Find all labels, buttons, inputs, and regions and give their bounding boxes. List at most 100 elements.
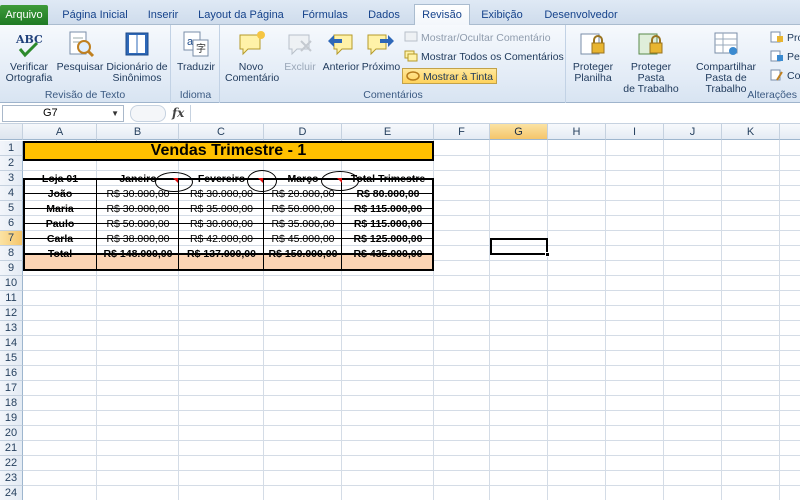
- tab-revisao[interactable]: Revisão: [414, 4, 470, 26]
- row-header-4[interactable]: 4: [0, 186, 23, 201]
- total-cell[interactable]: R$ 435.000,00: [342, 247, 434, 262]
- total-cell[interactable]: R$ 137.000,00: [179, 247, 264, 262]
- row-header-6[interactable]: 6: [0, 216, 23, 231]
- table-cell[interactable]: R$ 30.000,00: [179, 217, 264, 232]
- tab-pagina-inicial[interactable]: Página Inicial: [54, 6, 136, 25]
- row-header-15[interactable]: 15: [0, 351, 23, 366]
- row-header-19[interactable]: 19: [0, 411, 23, 426]
- row-header-2[interactable]: 2: [0, 156, 23, 171]
- table-cell[interactable]: R$ 42.000,00: [179, 232, 264, 247]
- formula-input[interactable]: [190, 105, 798, 122]
- table-cell[interactable]: Carla: [23, 232, 97, 247]
- tab-layout-pagina[interactable]: Layout da Página: [190, 6, 292, 25]
- grid-row-line: [23, 410, 800, 411]
- column-header-f[interactable]: F: [434, 124, 490, 140]
- grid-row-line: [23, 485, 800, 486]
- fill-handle[interactable]: [545, 252, 550, 257]
- column-header-l[interactable]: L: [780, 124, 800, 140]
- dicionario-sinonimos-button[interactable]: Dicionário de Sinônimos: [104, 29, 170, 84]
- column-header-i[interactable]: I: [606, 124, 664, 140]
- row-header-10[interactable]: 10: [0, 276, 23, 291]
- table-cell[interactable]: João: [23, 187, 97, 202]
- delete-comment-icon: [285, 29, 315, 59]
- row-header-3[interactable]: 3: [0, 171, 23, 186]
- row-header-23[interactable]: 23: [0, 471, 23, 486]
- row-header-8[interactable]: 8: [0, 246, 23, 261]
- tab-arquivo[interactable]: Arquivo: [0, 5, 48, 25]
- table-cell[interactable]: R$ 50.000,00: [264, 202, 342, 217]
- verificar-ortografia-button[interactable]: ABC Verificar Ortografia: [2, 29, 56, 84]
- table-cell[interactable]: Paulo: [23, 217, 97, 232]
- pesquisar-button[interactable]: Pesquisar: [56, 29, 104, 73]
- table-cell[interactable]: R$ 35.000,00: [179, 202, 264, 217]
- row-header-14[interactable]: 14: [0, 336, 23, 351]
- name-box[interactable]: G7 ▼: [2, 105, 124, 122]
- mostrar-ocultar-comentario-button[interactable]: Mostrar/Ocultar Comentário: [404, 30, 551, 46]
- header-cell[interactable]: Loja 01: [23, 172, 97, 187]
- formula-bar-expander[interactable]: [130, 105, 166, 122]
- row-header-16[interactable]: 16: [0, 366, 23, 381]
- column-header-b[interactable]: B: [97, 124, 179, 140]
- tab-exibicao[interactable]: Exibição: [474, 6, 530, 25]
- tab-desenvolvedor[interactable]: Desenvolvedor: [534, 6, 628, 25]
- column-header-a[interactable]: A: [23, 124, 97, 140]
- total-cell[interactable]: R$ 150.000,00: [264, 247, 342, 262]
- tab-formulas[interactable]: Fórmulas: [296, 6, 354, 25]
- table-cell[interactable]: Maria: [23, 202, 97, 217]
- tab-dados[interactable]: Dados: [358, 6, 410, 25]
- row-header-24[interactable]: 24: [0, 486, 23, 500]
- total-cell[interactable]: Total: [23, 247, 97, 262]
- spreadsheet-grid[interactable]: ABCDEFGHIJKL 123456789101112131415161718…: [0, 124, 800, 500]
- compartilhar-pasta-button[interactable]: Compartilhar Pasta de Trabalho: [685, 29, 767, 95]
- permitir-editar-button[interactable]: Pe: [770, 49, 800, 65]
- select-all-corner[interactable]: [0, 124, 23, 140]
- group-label-revisao-texto: Revisão de Texto: [44, 89, 126, 101]
- column-header-e[interactable]: E: [342, 124, 434, 140]
- row-header-22[interactable]: 22: [0, 456, 23, 471]
- chevron-down-icon[interactable]: ▼: [111, 106, 119, 121]
- sheet-title[interactable]: Vendas Trimestre - 1: [23, 141, 434, 161]
- table-cell[interactable]: R$ 115.000,00: [342, 217, 434, 232]
- translate-icon: a字: [181, 29, 211, 59]
- row-header-18[interactable]: 18: [0, 396, 23, 411]
- column-header-k[interactable]: K: [722, 124, 780, 140]
- table-cell[interactable]: R$ 38.000,00: [97, 232, 179, 247]
- controlar-alteracoes-button[interactable]: Co: [770, 68, 800, 84]
- proteger-pasta-button[interactable]: Proteger Pasta de Trabalho: [617, 29, 685, 95]
- proteger-planilha-button[interactable]: Proteger Planilha: [569, 29, 617, 84]
- table-cell[interactable]: R$ 45.000,00: [264, 232, 342, 247]
- traduzir-button[interactable]: a字 Traduzir: [174, 29, 218, 73]
- proximo-comentario-button[interactable]: Próximo: [361, 29, 401, 73]
- row-header-17[interactable]: 17: [0, 381, 23, 396]
- mostrar-tinta-button[interactable]: Mostrar à Tinta: [402, 68, 498, 84]
- row-header-1[interactable]: 1: [0, 141, 23, 156]
- row-header-12[interactable]: 12: [0, 306, 23, 321]
- table-cell[interactable]: R$ 50.000,00: [97, 217, 179, 232]
- excluir-comentario-button[interactable]: Excluir: [281, 29, 319, 73]
- active-cell-g7[interactable]: [490, 238, 548, 255]
- proteger-compartilhar-button[interactable]: Pro: [770, 30, 800, 46]
- table-cell[interactable]: R$ 80.000,00: [342, 187, 434, 202]
- row-header-5[interactable]: 5: [0, 201, 23, 216]
- row-header-7[interactable]: 7: [0, 231, 23, 246]
- table-cell[interactable]: R$ 35.000,00: [264, 217, 342, 232]
- table-cell[interactable]: R$ 125.000,00: [342, 232, 434, 247]
- mostrar-todos-comentarios-button[interactable]: Mostrar Todos os Comentários: [404, 49, 564, 65]
- tab-inserir[interactable]: Inserir: [138, 6, 188, 25]
- row-header-21[interactable]: 21: [0, 441, 23, 456]
- novo-comentario-button[interactable]: Novo Comentário: [225, 29, 279, 84]
- column-header-c[interactable]: C: [179, 124, 264, 140]
- row-header-13[interactable]: 13: [0, 321, 23, 336]
- column-header-d[interactable]: D: [264, 124, 342, 140]
- row-header-9[interactable]: 9: [0, 261, 23, 276]
- row-header-20[interactable]: 20: [0, 426, 23, 441]
- anterior-comentario-button[interactable]: Anterior: [321, 29, 361, 73]
- total-cell[interactable]: R$ 148.000,00: [97, 247, 179, 262]
- column-header-h[interactable]: H: [548, 124, 606, 140]
- table-cell[interactable]: R$ 30.000,00: [97, 202, 179, 217]
- insert-function-icon[interactable]: fx: [172, 106, 184, 120]
- row-header-11[interactable]: 11: [0, 291, 23, 306]
- column-header-g[interactable]: G: [490, 124, 548, 140]
- column-header-j[interactable]: J: [664, 124, 722, 140]
- table-cell[interactable]: R$ 115.000,00: [342, 202, 434, 217]
